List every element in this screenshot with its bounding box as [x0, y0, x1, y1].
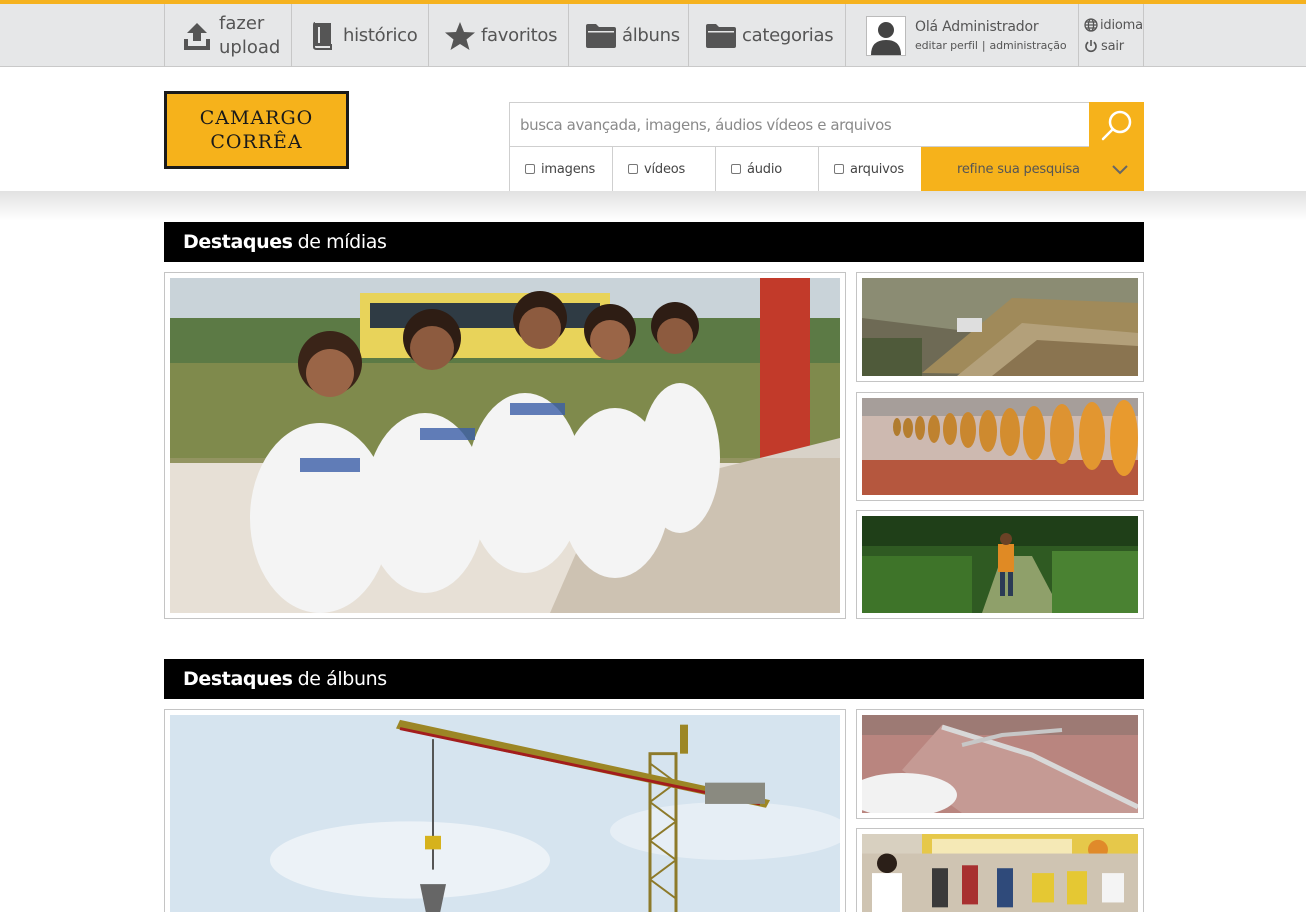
- search-icon: [1101, 110, 1131, 140]
- language-link[interactable]: idioma: [1084, 18, 1143, 33]
- globe-icon: [1084, 18, 1098, 32]
- featured-media-thumb-2[interactable]: [856, 392, 1144, 501]
- photo-pipe-segments: [862, 398, 1138, 495]
- admin-link[interactable]: administração: [989, 39, 1066, 52]
- favorites-label: favoritos: [481, 25, 558, 46]
- featured-media-main[interactable]: [164, 272, 846, 619]
- refine-search-dropdown[interactable]: refine sua pesquisa: [921, 147, 1144, 192]
- upload-button[interactable]: fazer upload: [164, 4, 291, 67]
- filter-images[interactable]: imagens: [509, 147, 612, 192]
- user-links: editar perfil | administração: [915, 39, 1067, 52]
- search-panel: imagens vídeos áudio arquivos refine sua…: [509, 102, 1144, 192]
- language-label: idioma: [1100, 17, 1143, 33]
- featured-album-thumb-2[interactable]: [856, 828, 1144, 912]
- avatar[interactable]: [866, 15, 906, 56]
- categories-button[interactable]: categorias: [688, 4, 845, 67]
- logout-label: sair: [1101, 38, 1124, 54]
- albums-label: álbuns: [622, 25, 680, 46]
- upload-label-line2: upload: [219, 36, 281, 58]
- account-controls: idioma sair: [1078, 4, 1144, 67]
- photo-dam-aerial: [862, 278, 1138, 376]
- photo-tower-crane: [170, 715, 840, 912]
- filter-label: vídeos: [644, 161, 686, 177]
- star-icon: [445, 21, 475, 50]
- album-highlights-title: Destaques de álbuns: [164, 659, 1144, 699]
- featured-media-thumb-3[interactable]: [856, 510, 1144, 619]
- search-input[interactable]: [509, 102, 1089, 147]
- filter-label: áudio: [747, 161, 783, 177]
- folder-icon: [586, 23, 616, 48]
- logo-line2: CORRÊA: [210, 131, 303, 153]
- title-rest: de mídias: [297, 231, 387, 253]
- top-navigation: fazer upload histórico favoritos álbuns …: [0, 0, 1306, 67]
- featured-album-thumb-1[interactable]: [856, 709, 1144, 819]
- book-icon: [313, 21, 332, 50]
- photo-dam-spillway: [862, 715, 1138, 813]
- upload-label-line1: fazer: [219, 12, 265, 34]
- favorites-button[interactable]: favoritos: [428, 4, 568, 67]
- edit-profile-link[interactable]: editar perfil: [915, 39, 978, 52]
- title-strong: Destaques: [183, 668, 293, 690]
- history-button[interactable]: histórico: [291, 4, 428, 67]
- checkbox[interactable]: [731, 164, 741, 174]
- logout-link[interactable]: sair: [1084, 39, 1124, 54]
- chevron-down-icon: [1112, 164, 1128, 174]
- header-shadow: [0, 191, 1306, 221]
- featured-media-thumb-1[interactable]: [856, 272, 1144, 382]
- media-highlights-title: Destaques de mídias: [164, 222, 1144, 262]
- checkbox[interactable]: [525, 164, 535, 174]
- power-icon: [1085, 40, 1097, 53]
- photo-children-bench: [170, 278, 840, 613]
- filter-files[interactable]: arquivos: [818, 147, 921, 192]
- history-label: histórico: [343, 25, 418, 46]
- folder-icon: [706, 23, 736, 48]
- links-separator: |: [981, 39, 986, 52]
- refine-label: refine sua pesquisa: [957, 162, 1080, 177]
- title-rest: de álbuns: [297, 668, 388, 690]
- checkbox[interactable]: [834, 164, 844, 174]
- photo-worker-vegetation: [862, 516, 1138, 613]
- categories-label: categorias: [742, 25, 834, 46]
- featured-album-main[interactable]: [164, 709, 846, 912]
- search-filters: imagens vídeos áudio arquivos refine sua…: [509, 147, 1144, 192]
- user-icon: [871, 21, 901, 55]
- photo-event-audience: [862, 834, 1138, 912]
- brand-logo[interactable]: CAMARGO CORRÊA: [164, 91, 349, 169]
- title-strong: Destaques: [183, 231, 293, 253]
- filter-audio[interactable]: áudio: [715, 147, 818, 192]
- checkbox[interactable]: [628, 164, 638, 174]
- user-panel: Olá Administrador editar perfil | administ…: [845, 4, 1078, 67]
- search-button[interactable]: [1089, 102, 1144, 147]
- logo-line1: CAMARGO: [199, 107, 314, 129]
- filter-label: imagens: [541, 161, 596, 177]
- filter-label: arquivos: [850, 161, 905, 177]
- filter-videos[interactable]: vídeos: [612, 147, 715, 192]
- upload-icon: [184, 22, 210, 50]
- greeting-text: Olá Administrador: [915, 19, 1039, 35]
- albums-button[interactable]: álbuns: [568, 4, 688, 67]
